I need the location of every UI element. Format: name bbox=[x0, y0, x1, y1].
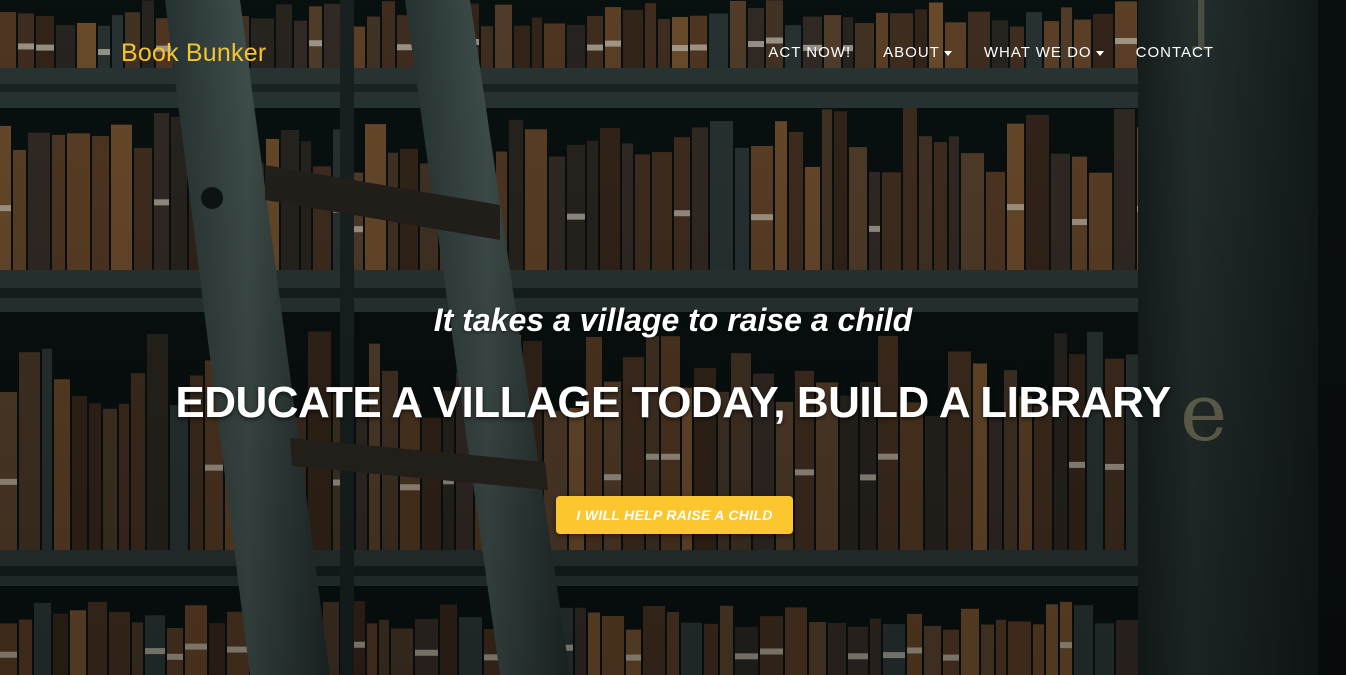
caret-down-icon bbox=[1095, 51, 1104, 56]
brand-logo-link[interactable]: Book Bunker bbox=[121, 39, 266, 68]
nav-what-we-do-label: WHAT WE DO bbox=[983, 44, 1092, 61]
nav-about-label: ABOUT bbox=[883, 44, 940, 61]
hero-tagline: It takes a village to raise a child bbox=[433, 302, 913, 338]
caret-down-icon bbox=[943, 51, 952, 56]
nav-about-dropdown[interactable]: ABOUT bbox=[883, 44, 952, 61]
top-navbar: Book Bunker ACT NOW! ABOUT WHAT WE DO CO… bbox=[0, 0, 1346, 108]
nav-what-we-do-dropdown[interactable]: WHAT WE DO bbox=[984, 44, 1104, 61]
hero-headline: EDUCATE A VILLAGE TODAY, BUILD A LIBRARY bbox=[175, 378, 1171, 427]
hero-section: l e Book Bunker ACT NOW! ABOUT WHAT WE D… bbox=[0, 0, 1346, 675]
help-raise-child-button[interactable]: I WILL HELP RAISE A CHILD bbox=[556, 496, 793, 534]
main-nav: ACT NOW! ABOUT WHAT WE DO CONTACT bbox=[736, 44, 1214, 61]
nav-contact[interactable]: CONTACT bbox=[1136, 44, 1214, 61]
nav-act-now-label: ACT NOW! bbox=[768, 44, 852, 61]
nav-act-now[interactable]: ACT NOW! bbox=[768, 44, 851, 61]
nav-contact-label: CONTACT bbox=[1135, 44, 1214, 61]
